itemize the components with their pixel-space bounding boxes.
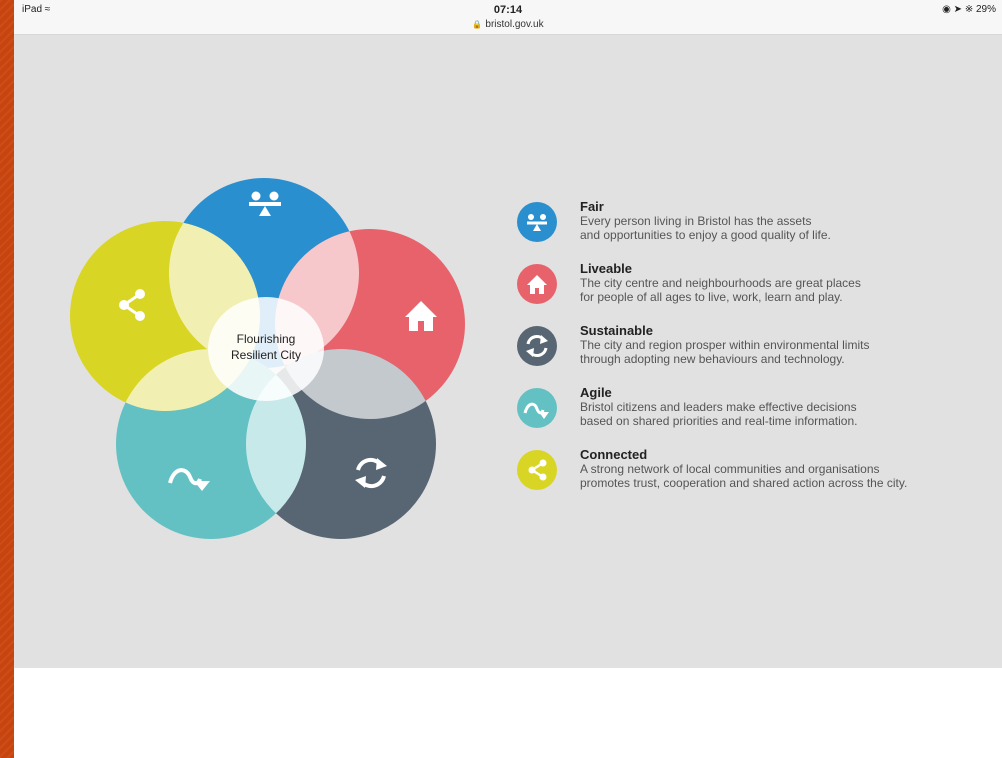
- address-bar[interactable]: 🔒 bristol.gov.uk: [14, 19, 1002, 30]
- legend-title: Fair: [580, 199, 604, 214]
- connected-badge: [517, 450, 557, 490]
- legend-desc-line2: through adopting new behaviours and tech…: [580, 352, 845, 366]
- legend-desc-line1: Every person living in Bristol has the a…: [580, 214, 812, 228]
- legend-title: Liveable: [580, 261, 633, 276]
- legend-title: Sustainable: [580, 323, 653, 338]
- battery-percent: 29%: [975, 4, 996, 15]
- url-text: bristol.gov.uk: [485, 19, 544, 30]
- legend-desc-line2: and opportunities to enjoy a good qualit…: [580, 228, 831, 242]
- fair-badge: [517, 202, 557, 242]
- lock-icon: 🔒: [472, 20, 483, 29]
- legend-desc-line1: Bristol citizens and leaders make effect…: [580, 400, 857, 414]
- location-arrow-icon: ➤: [953, 4, 963, 15]
- page-content: Flourishing Resilient City Fair Every pe…: [14, 35, 1002, 668]
- legend-desc-line2: for people of all ages to live, work, le…: [580, 290, 843, 304]
- page-below-fold: [14, 668, 1002, 758]
- liveable-badge: [517, 264, 557, 304]
- legend: Fair Every person living in Bristol has …: [517, 199, 997, 509]
- legend-desc-line2: promotes trust, cooperation and shared a…: [580, 476, 908, 490]
- legend-desc-line1: The city centre and neighbourhoods are g…: [580, 276, 861, 290]
- share-icon: [517, 450, 557, 490]
- center-label-line1: Flourishing: [237, 332, 296, 346]
- agile-badge: [517, 388, 557, 428]
- sustainable-badge: [517, 326, 557, 366]
- legend-title: Connected: [580, 447, 648, 462]
- house-icon: [517, 264, 557, 304]
- legend-title: Agile: [580, 385, 612, 400]
- orientation-lock-icon: ◉: [942, 4, 951, 15]
- center-label-line2: Resilient City: [231, 348, 301, 362]
- status-indicators: ◉ ➤ ※ 29%: [942, 4, 996, 15]
- legend-item-connected: Connected A strong network of local comm…: [517, 447, 997, 509]
- legend-desc-line1: The city and region prosper within envir…: [580, 338, 870, 352]
- clock: 07:14: [493, 4, 523, 16]
- legend-item-sustainable: Sustainable The city and region prosper …: [517, 323, 997, 385]
- curved-arrow-icon: [517, 388, 557, 428]
- ipad-screen: iPad ≈ 07:14 🔒bristol.gov.uk ◉ ➤ ※ 29%: [14, 0, 1002, 758]
- status-bar: iPad ≈ 07:14 🔒 bristol.gov.uk ◉ ➤ ※ 29%: [14, 0, 1002, 35]
- legend-item-agile: Agile Bristol citizens and leaders make …: [517, 385, 997, 447]
- legend-desc-line2: based on shared priorities and real-time…: [580, 414, 858, 428]
- bluetooth-icon: ※: [964, 4, 974, 15]
- legend-item-liveable: Liveable The city centre and neighbourho…: [517, 261, 997, 323]
- legend-desc-line1: A strong network of local communities an…: [580, 462, 880, 476]
- legend-item-fair: Fair Every person living in Bristol has …: [517, 199, 997, 261]
- cycle-arrows-icon: [517, 326, 557, 366]
- seesaw-icon: [517, 202, 557, 242]
